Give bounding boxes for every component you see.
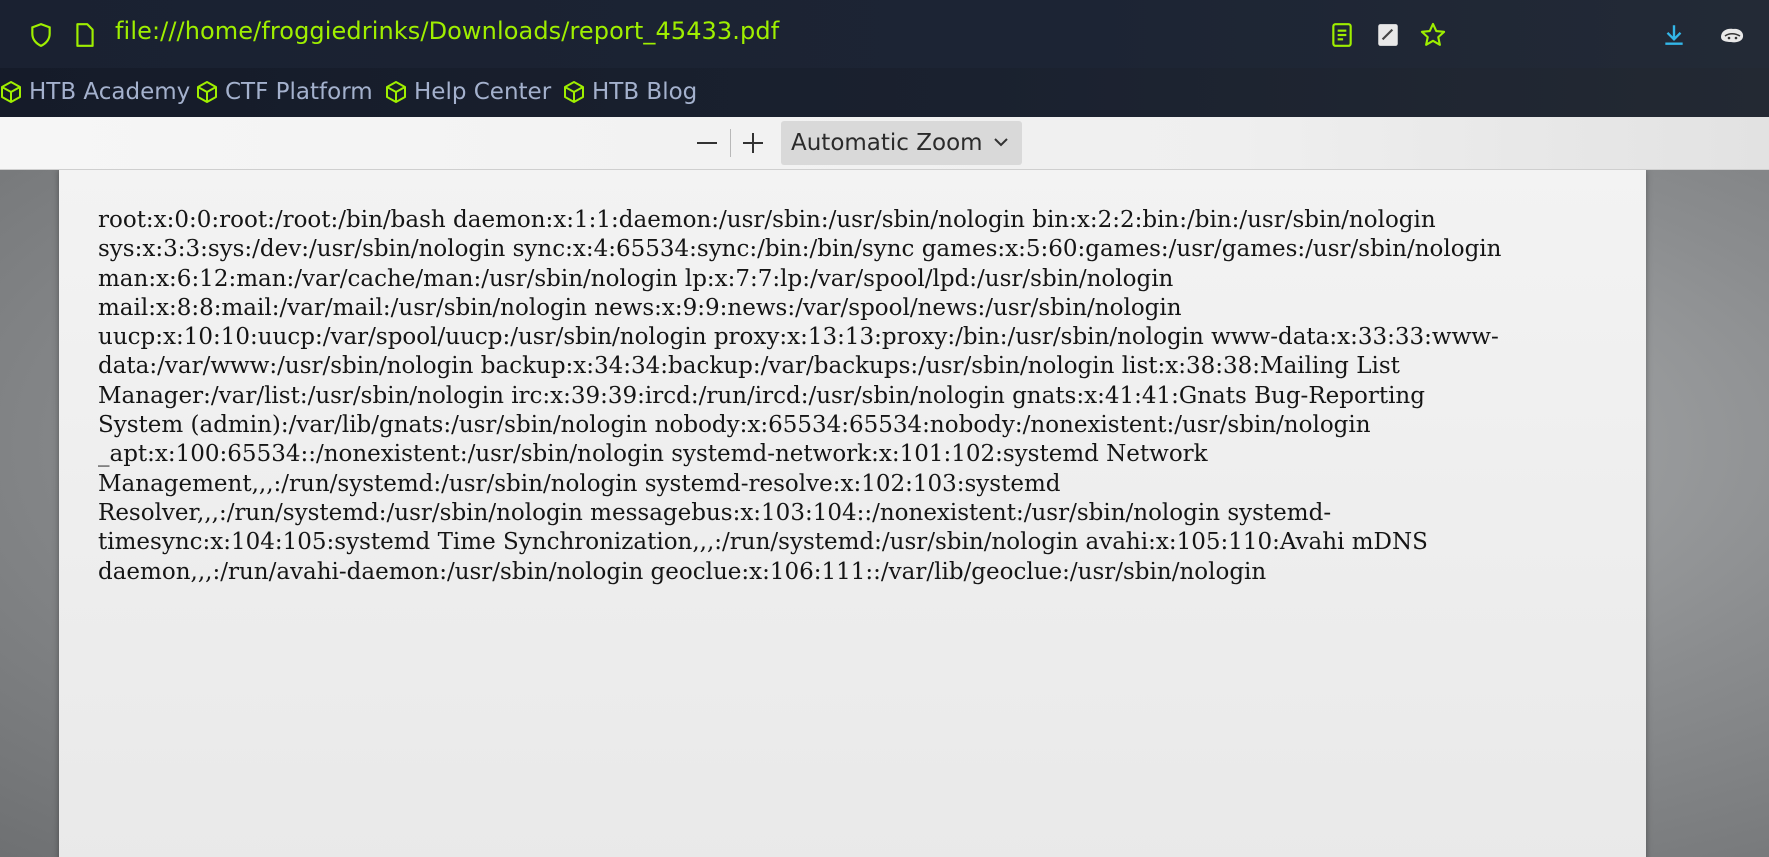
page-icon[interactable] [70, 20, 100, 50]
text-line: timesync:x:104:105:systemd Time Synchron… [98, 529, 1428, 556]
page-text: root:x:0:0:root:/root:/bin/bash daemon:x… [98, 206, 1623, 587]
cube-icon [1, 81, 21, 103]
zoom-value: Automatic Zoom [791, 130, 983, 156]
text-line: sys:x:3:3:sys:/dev:/usr/sbin/nologin syn… [98, 236, 1502, 263]
address-bar: file:///home/froggiedrinks/Downloads/rep… [0, 0, 1769, 68]
text-line: data:/var/www:/usr/sbin/nologin backup:x… [98, 353, 1400, 380]
text-line: Management,,,:/run/systemd:/usr/sbin/nol… [98, 470, 1061, 497]
reader-view-icon[interactable] [1327, 20, 1357, 50]
star-icon[interactable] [1418, 20, 1448, 50]
zoom-in-button[interactable] [737, 127, 769, 159]
text-line: root:x:0:0:root:/root:/bin/bash daemon:x… [98, 207, 1436, 233]
pdf-toolbar: Automatic Zoom [0, 117, 1769, 170]
text-line: _apt:x:100:65534::/nonexistent:/usr/sbin… [98, 441, 1208, 468]
minus-icon [697, 142, 717, 144]
pdf-page: root:x:0:0:root:/root:/bin/bash daemon:x… [59, 170, 1646, 857]
bookmarks-bar: HTB Academy CTF Platform Help Center HTB… [0, 68, 1769, 117]
text-line: uucp:x:10:10:uucp:/var/spool/uucp:/usr/s… [98, 324, 1499, 351]
extension-icon[interactable] [1717, 20, 1747, 50]
bookmark-label: CTF Platform [225, 79, 373, 105]
cube-icon [564, 81, 584, 103]
url-field[interactable]: file:///home/froggiedrinks/Downloads/rep… [115, 17, 779, 45]
bookmark-help-center[interactable]: Help Center [385, 77, 551, 107]
toolbar-separator [730, 129, 731, 157]
text-line: mail:x:8:8:mail:/var/mail:/usr/sbin/nolo… [98, 294, 1182, 321]
plus-icon [743, 133, 763, 153]
bookmark-label: HTB Blog [592, 79, 698, 105]
zoom-out-button[interactable] [691, 127, 723, 159]
bookmark-htb-blog[interactable]: HTB Blog [563, 77, 697, 107]
cube-icon [197, 81, 217, 103]
shield-icon[interactable] [26, 20, 56, 50]
bookmark-label: HTB Academy [29, 79, 191, 105]
chevron-down-icon [992, 133, 1010, 155]
notes-icon[interactable] [1373, 20, 1403, 50]
text-line: man:x:6:12:man:/var/cache/man:/usr/sbin/… [98, 265, 1174, 292]
pdf-viewer[interactable]: root:x:0:0:root:/root:/bin/bash daemon:x… [0, 170, 1769, 857]
text-line: daemon,,,:/run/avahi-daemon:/usr/sbin/no… [98, 558, 1267, 585]
cube-icon [386, 81, 406, 103]
download-icon[interactable] [1659, 20, 1689, 50]
text-line: System (admin):/var/lib/gnats:/usr/sbin/… [98, 412, 1371, 439]
zoom-select[interactable]: Automatic Zoom [781, 121, 1022, 165]
bookmark-ctf-platform[interactable]: CTF Platform [196, 77, 373, 107]
text-line: Resolver,,,:/run/systemd:/usr/sbin/nolog… [98, 499, 1332, 526]
bookmark-label: Help Center [414, 79, 552, 105]
text-line: Manager:/var/list:/usr/sbin/nologin irc:… [98, 382, 1425, 409]
bookmark-htb-academy[interactable]: HTB Academy [0, 77, 190, 107]
